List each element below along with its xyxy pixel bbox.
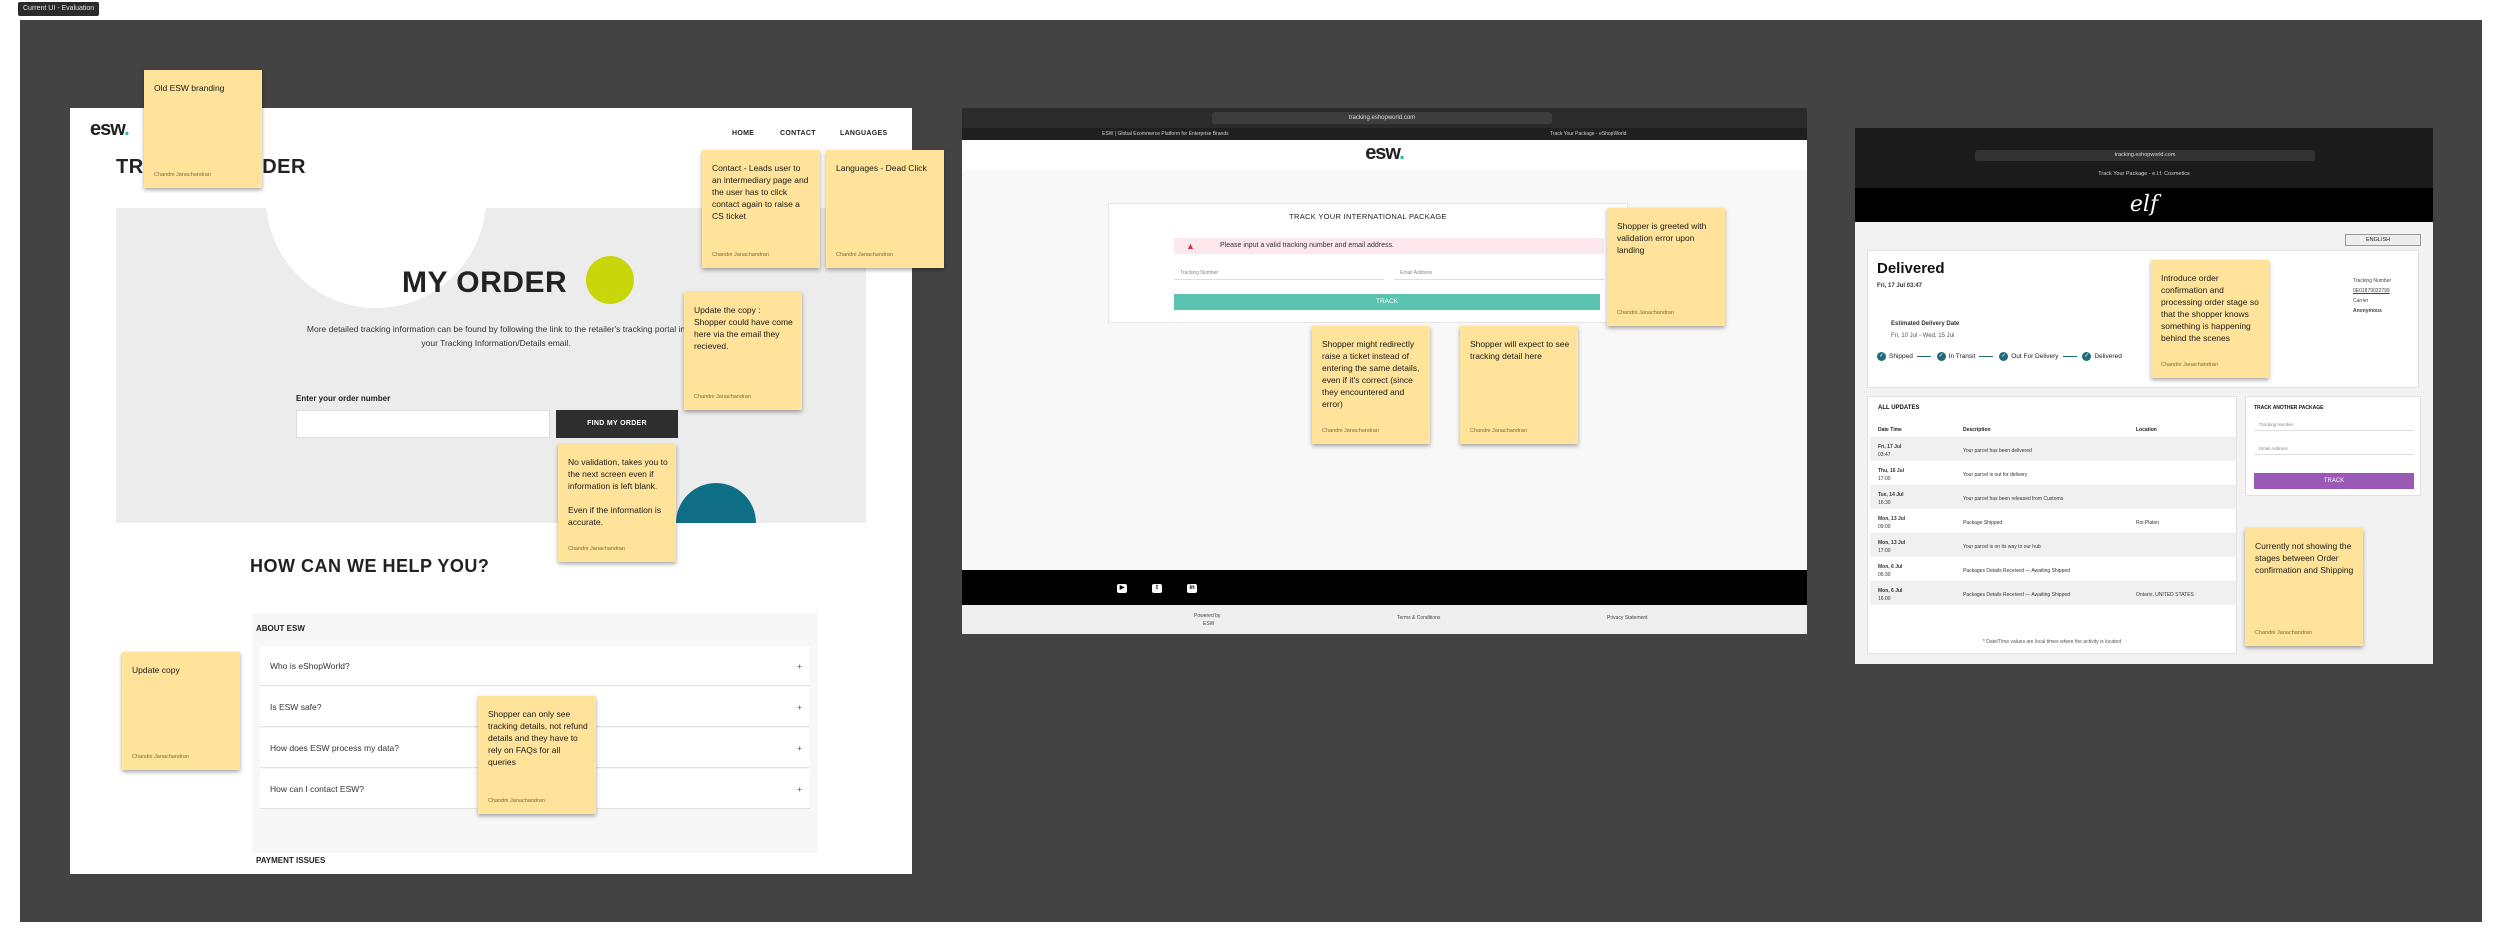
all-updates-title: ALL UPDATES bbox=[1878, 405, 1920, 411]
carrier-label: Carrier bbox=[2353, 298, 2369, 304]
tracking-number-value: 0E01879032799 bbox=[2353, 288, 2390, 294]
address-bar[interactable]: tracking.eshopworld.com bbox=[1212, 112, 1552, 124]
sticky-note[interactable]: Shopper might redirectly raise a ticket … bbox=[1312, 326, 1430, 444]
sticky-note[interactable]: Languages - Dead Click Chandni Janachandr… bbox=[826, 150, 944, 268]
col-description: Description bbox=[1963, 427, 1991, 433]
step-label: Delivered bbox=[2094, 353, 2122, 361]
expand-icon: + bbox=[797, 743, 802, 753]
sticky-note[interactable]: Shopper can only see tracking details, n… bbox=[478, 696, 596, 814]
footer-social: ▶ t in bbox=[962, 570, 1807, 605]
step-label: Shipped bbox=[1889, 353, 1913, 361]
powered-by-text: Powered by bbox=[1194, 613, 1221, 619]
timezone-footnote: * Date/Time values are local times where… bbox=[1982, 639, 2122, 645]
hero-title: MY ORDER bbox=[402, 266, 568, 299]
tracking-number-input[interactable]: Tracking Number bbox=[1174, 266, 1384, 280]
table-row: Mon, 13 Jul 09:00 Package Shipped Roi Plato… bbox=[1878, 516, 2160, 530]
tracking-details: Tracking Number 0E01879032799 Carrier An… bbox=[2353, 276, 2391, 316]
nav-home[interactable]: HOME bbox=[732, 130, 754, 137]
youtube-icon[interactable]: ▶ bbox=[1117, 584, 1127, 593]
tab-esw[interactable]: ESW | Global Ecommerce Platform for Ente… bbox=[1102, 128, 1229, 140]
browser-toolbar: tracking.eshopworld.com Track Your Packa… bbox=[1855, 128, 2433, 188]
order-number-input[interactable] bbox=[296, 410, 550, 438]
check-icon: ✓ bbox=[2082, 352, 2092, 361]
table-row: Mon, 13 Jul 17:00 Your parcel is on its wa… bbox=[1870, 533, 2236, 557]
about-esw-title: ABOUT ESW bbox=[256, 624, 305, 633]
validation-error: ▲ Please input a valid tracking number a… bbox=[1174, 238, 1604, 254]
expand-icon: + bbox=[797, 661, 802, 671]
terms-link[interactable]: Terms & Conditions bbox=[1397, 615, 1440, 621]
tracking-number-label: Tracking Number bbox=[2353, 278, 2392, 284]
order-number-label: Enter your order number bbox=[296, 394, 391, 403]
tab-track-package[interactable]: Track Your Package - eShopWorld bbox=[1550, 128, 1626, 140]
sticky-note[interactable]: Old ESW branding Chandni Janachandran bbox=[144, 70, 262, 188]
track-another-panel: TRACK ANOTHER PACKAGE Tracking Number Em… bbox=[2245, 396, 2421, 496]
status-date: Fri, 17 Jul 03:47 bbox=[1877, 283, 1923, 289]
sticky-note[interactable]: No validation, takes you to the next scr… bbox=[558, 444, 676, 562]
table-row: Mon, 6 Jul 16:00 Packages Details Received… bbox=[1870, 581, 2236, 605]
expand-icon: + bbox=[797, 702, 802, 712]
col-location: Location bbox=[2136, 427, 2157, 433]
esw-logo[interactable]: esw. bbox=[90, 118, 130, 141]
warning-icon: ▲ bbox=[1186, 241, 1195, 251]
col-date: Date Time bbox=[1878, 427, 1902, 433]
status-title: Delivered bbox=[1877, 260, 1945, 277]
language-select[interactable]: ENGLISH bbox=[2345, 234, 2421, 246]
find-my-order-button[interactable]: FIND MY ORDER bbox=[556, 410, 678, 438]
decor-circle-teal bbox=[676, 483, 756, 523]
sticky-note[interactable]: Update the copy : Shopper could have com… bbox=[684, 292, 802, 410]
step-label: Out For Delivery bbox=[2011, 353, 2059, 361]
estimated-delivery-label: Estimated Delivery Date bbox=[1891, 321, 1960, 327]
all-updates-panel: ALL UPDATES Date Time Description Locati… bbox=[1867, 396, 2237, 654]
check-icon: ✓ bbox=[1877, 352, 1886, 361]
table-row: Tue, 14 Jul 16:30 Your parcel has been rel… bbox=[1870, 485, 2236, 509]
progress-steps: ✓ Shipped ✓ In Transit ✓ Out For Delivery ✓… bbox=[1877, 352, 2122, 361]
card-title: TRACK YOUR INTERNATIONAL PACKAGE bbox=[1289, 212, 1447, 221]
frame-label: Current UI - Evaluation bbox=[18, 2, 100, 16]
another-tracking-input[interactable]: Tracking Number bbox=[2254, 419, 2414, 431]
check-icon: ✓ bbox=[1999, 352, 2009, 361]
sticky-note[interactable]: Contact - Leads user to an intermediary … bbox=[702, 150, 820, 268]
nav-contact[interactable]: CONTACT bbox=[780, 130, 816, 137]
sticky-note[interactable]: Introduce order confirmation and process… bbox=[2151, 260, 2269, 378]
browser-tabs: ESW | Global Ecommerce Platform for Ente… bbox=[962, 128, 1807, 140]
browser-tab[interactable]: Track Your Package - e.l.f. Cosmetics bbox=[1855, 171, 2433, 177]
expand-icon: + bbox=[797, 784, 802, 794]
track-another-title: TRACK ANOTHER PACKAGE bbox=[2254, 405, 2324, 411]
privacy-link[interactable]: Privacy Statement bbox=[1607, 615, 1648, 621]
track-button[interactable]: TRACK bbox=[1174, 294, 1600, 310]
board: Current UI - Evaluation esw. HOME CONTAC… bbox=[0, 0, 2500, 942]
track-form-card: TRACK YOUR INTERNATIONAL PACKAGE ▲ Pleas… bbox=[1108, 203, 1628, 323]
another-email-input[interactable]: Email Address bbox=[2254, 443, 2414, 455]
check-icon: ✓ bbox=[1936, 352, 1946, 361]
twitter-icon[interactable]: t bbox=[1152, 584, 1162, 593]
table-row: Mon, 6 Jul 06:30 Packages Details Received… bbox=[1878, 564, 2070, 578]
email-input[interactable]: Email Address bbox=[1394, 266, 1604, 280]
carrier-value: Anonymous bbox=[2353, 308, 2382, 314]
estimated-delivery-value: Fri, 10 Jul - Wed, 15 Jul bbox=[1891, 333, 1955, 339]
footer-links: Powered by ESW Terms & Conditions Privac… bbox=[962, 605, 1807, 634]
table-row: Fri, 17 Jul 03:47 Your parcel has been del… bbox=[1870, 437, 2236, 461]
hero-description: More detailed tracking information can b… bbox=[306, 324, 686, 348]
sticky-note[interactable]: Update copy Chandni Janachandran bbox=[122, 652, 240, 770]
track-another-button[interactable]: TRACK bbox=[2254, 473, 2414, 489]
linkedin-icon[interactable]: in bbox=[1187, 584, 1197, 593]
payment-issues-title: PAYMENT ISSUES bbox=[256, 856, 326, 865]
decor-circle-lime bbox=[586, 256, 634, 304]
table-row: Thu, 16 Jul 17:00 Your parcel is out for d… bbox=[1878, 468, 2028, 482]
elf-logo: elf bbox=[1855, 188, 2433, 222]
sticky-note[interactable]: Shopper is greeted with validation error… bbox=[1607, 208, 1725, 326]
sticky-note[interactable]: Currently not showing the stages between… bbox=[2245, 528, 2363, 646]
step-label: In Transit bbox=[1948, 353, 1976, 361]
browser-toolbar: tracking.eshopworld.com bbox=[962, 108, 1807, 128]
address-bar[interactable]: tracking.eshopworld.com bbox=[1975, 150, 2315, 161]
esw-logo: esw. bbox=[1365, 142, 1405, 164]
powered-by-esw: ESW bbox=[1203, 621, 1215, 627]
nav-languages[interactable]: LANGUAGES bbox=[840, 130, 887, 137]
faq-item[interactable]: Who is eShopWorld? + bbox=[260, 646, 810, 686]
help-title: HOW CAN WE HELP YOU? bbox=[250, 556, 490, 576]
sticky-note[interactable]: Shopper will expect to see tracking deta… bbox=[1460, 326, 1578, 444]
status-card bbox=[1867, 250, 2419, 388]
